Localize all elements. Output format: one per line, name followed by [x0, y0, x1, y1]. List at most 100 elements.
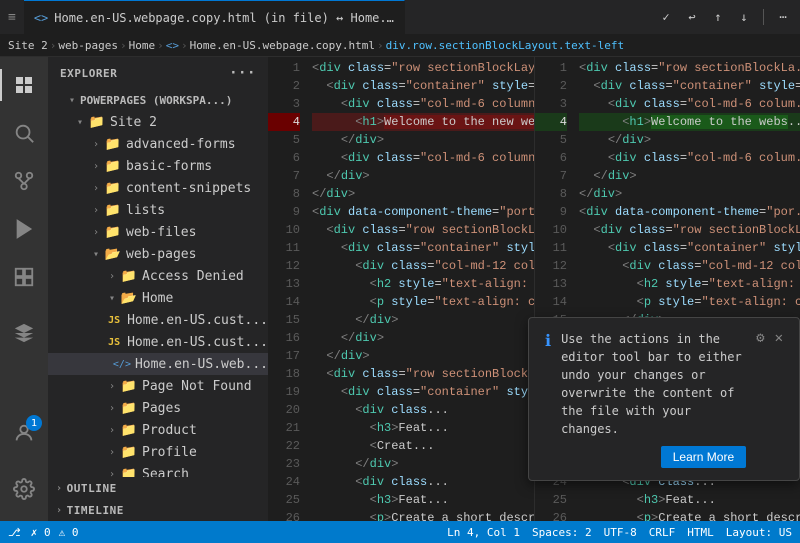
errors-count[interactable]: ✗ 0 — [31, 526, 51, 539]
more-actions-button[interactable]: ⋯ — [772, 6, 794, 28]
tab-toolbar: ✓ ↩ ↑ ↓ ⋯ — [649, 0, 800, 34]
left-editor[interactable]: 1 2 3 4 5 6 7 8 9 10 11 12 13 14 15 16 1 — [268, 57, 534, 521]
timeline-label: TIMELINE — [67, 504, 124, 517]
sidebar-item-pages[interactable]: › 📁 Pages — [48, 397, 268, 419]
folder-icon: 📁 — [104, 181, 122, 196]
learn-more-button[interactable]: Learn More — [661, 446, 746, 468]
encoding-indicator[interactable]: UTF-8 — [604, 526, 637, 539]
line-ending-indicator[interactable]: CRLF — [649, 526, 676, 539]
sidebar-item-site2[interactable]: ▾ 📁 Site 2 — [48, 111, 268, 133]
sidebar-item-lists[interactable]: › 📁 lists — [48, 199, 268, 221]
activity-accounts[interactable]: 1 — [0, 409, 48, 457]
breadcrumb-filename[interactable]: Home.en-US.webpage.copy.html — [190, 39, 375, 52]
outline-label: OUTLINE — [67, 482, 117, 495]
folder-icon: 📁 — [120, 445, 138, 460]
language-indicator[interactable]: HTML — [687, 526, 714, 539]
breadcrumb-webpages[interactable]: web-pages — [58, 39, 118, 52]
sidebar-header-icons: ··· — [229, 65, 256, 81]
activity-run[interactable] — [0, 205, 48, 253]
code-content-left: <div class="row sectionBlockLayout... <d… — [308, 57, 534, 521]
folder-icon: 📁 — [104, 225, 122, 240]
activity-search[interactable] — [0, 109, 48, 157]
breadcrumb-site[interactable]: Site 2 — [8, 39, 48, 52]
navigate-up-button[interactable]: ↑ — [707, 6, 729, 28]
activity-bar: 1 — [0, 57, 48, 521]
toast-body: Use the actions in the editor tool bar t… — [561, 330, 746, 468]
sidebar-label: advanced-forms — [126, 137, 236, 152]
activity-powerpages[interactable] — [0, 309, 48, 357]
js-file-icon: JS — [105, 315, 123, 326]
undo-button[interactable]: ↩ — [681, 6, 703, 28]
sidebar-item-advanced-forms[interactable]: › 📁 advanced-forms — [48, 133, 268, 155]
chevron-down-icon: ▾ — [104, 293, 120, 304]
toast-message: Use the actions in the editor tool bar t… — [561, 330, 746, 438]
sidebar-item-product[interactable]: › 📁 Product — [48, 419, 268, 441]
folder-icon: 📁 — [120, 467, 138, 478]
sidebar-item-web-pages[interactable]: ▾ 📂 web-pages — [48, 243, 268, 265]
sidebar-item-page-not-found[interactable]: › 📁 Page Not Found — [48, 375, 268, 397]
toast-container: ℹ Use the actions in the editor tool bar… — [528, 317, 800, 481]
sidebar-item-home-cust2[interactable]: JS Home.en-US.cust... — [48, 331, 268, 353]
sidebar-label: web-pages — [126, 247, 196, 262]
toast-close-icon[interactable]: ✕ — [775, 330, 783, 346]
sidebar-item-workspace[interactable]: ▾ POWERPAGES (WORKSPA...) — [48, 89, 268, 111]
sidebar-item-home[interactable]: ▾ 📂 Home — [48, 287, 268, 309]
warnings-count[interactable]: ⚠ 0 — [59, 526, 79, 539]
activity-extensions[interactable] — [0, 253, 48, 301]
chevron-right-icon: › — [88, 205, 104, 216]
sidebar-more-icon[interactable]: ··· — [229, 65, 256, 81]
sidebar-item-access-denied[interactable]: › 📁 Access Denied — [48, 265, 268, 287]
toast-notification: ℹ Use the actions in the editor tool bar… — [528, 317, 800, 481]
tab-label: Home.en-US.webpage.copy.html (in file) ↔… — [54, 11, 394, 25]
activity-source-control[interactable] — [0, 157, 48, 205]
active-tab[interactable]: <> Home.en-US.webpage.copy.html (in file… — [24, 0, 405, 34]
sidebar-label: Page Not Found — [142, 379, 252, 394]
chevron-right-icon: › — [56, 505, 63, 516]
folder-icon: 📁 — [120, 269, 138, 284]
menu-icon[interactable]: ≡ — [8, 10, 16, 25]
editor-area: 1 2 3 4 5 6 7 8 9 10 11 12 13 14 15 16 1 — [268, 57, 800, 521]
sidebar-item-profile[interactable]: › 📁 Profile — [48, 441, 268, 463]
folder-icon: 📁 — [104, 159, 122, 174]
accounts-badge: 1 — [26, 415, 42, 431]
sidebar-item-basic-forms[interactable]: › 📁 basic-forms — [48, 155, 268, 177]
activity-settings[interactable] — [0, 465, 48, 513]
chevron-down-icon: ▾ — [72, 117, 88, 128]
sidebar-label: Pages — [142, 401, 181, 416]
breadcrumb-selector[interactable]: div.row.sectionBlockLayout.text-left — [386, 39, 624, 52]
status-bar: ⎇ ✗ 0 ⚠ 0 Ln 4, Col 1 Spaces: 2 UTF-8 CR… — [0, 521, 800, 543]
chevron-right-icon: › — [104, 403, 120, 414]
sidebar-label: Home.en-US.cust... — [127, 313, 268, 328]
navigate-down-button[interactable]: ↓ — [733, 6, 755, 28]
git-branch-icon: ⎇ — [8, 526, 21, 539]
sidebar-item-content-snippets[interactable]: › 📁 content-snippets — [48, 177, 268, 199]
sidebar-item-home-web[interactable]: </> Home.en-US.web... — [48, 353, 268, 375]
sidebar-item-search[interactable]: › 📁 Search — [48, 463, 268, 477]
folder-icon: 📁 — [88, 115, 106, 130]
status-left: ⎇ ✗ 0 ⚠ 0 — [8, 526, 78, 539]
activity-explorer[interactable] — [0, 61, 48, 109]
layout-indicator[interactable]: Layout: US — [726, 526, 792, 539]
chevron-down-icon: ▾ — [88, 249, 104, 260]
chevron-right-icon: › — [104, 381, 120, 392]
chevron-right-icon: › — [104, 271, 120, 282]
breadcrumb-home[interactable]: Home — [129, 39, 156, 52]
cursor-position[interactable]: Ln 4, Col 1 — [447, 526, 520, 539]
chevron-right-icon: › — [104, 469, 120, 478]
sidebar-label: Home.en-US.cust... — [127, 335, 268, 350]
folder-open-icon: 📂 — [104, 247, 122, 262]
outline-section[interactable]: › OUTLINE — [48, 477, 268, 499]
sidebar-label: Access Denied — [142, 269, 244, 284]
accept-button[interactable]: ✓ — [655, 6, 677, 28]
toast-settings-icon[interactable]: ⚙ — [756, 330, 764, 346]
sidebar-item-web-files[interactable]: › 📁 web-files — [48, 221, 268, 243]
folder-icon: 📁 — [120, 423, 138, 438]
timeline-section[interactable]: › TIMELINE — [48, 499, 268, 521]
sidebar-label: Search — [142, 467, 189, 478]
folder-icon: 📁 — [104, 203, 122, 218]
sidebar-label: lists — [126, 203, 165, 218]
sidebar-item-home-cust1[interactable]: JS Home.en-US.cust... — [48, 309, 268, 331]
info-icon: ℹ — [545, 331, 551, 350]
spaces-indicator[interactable]: Spaces: 2 — [532, 526, 592, 539]
sidebar-label: Home — [142, 291, 173, 306]
